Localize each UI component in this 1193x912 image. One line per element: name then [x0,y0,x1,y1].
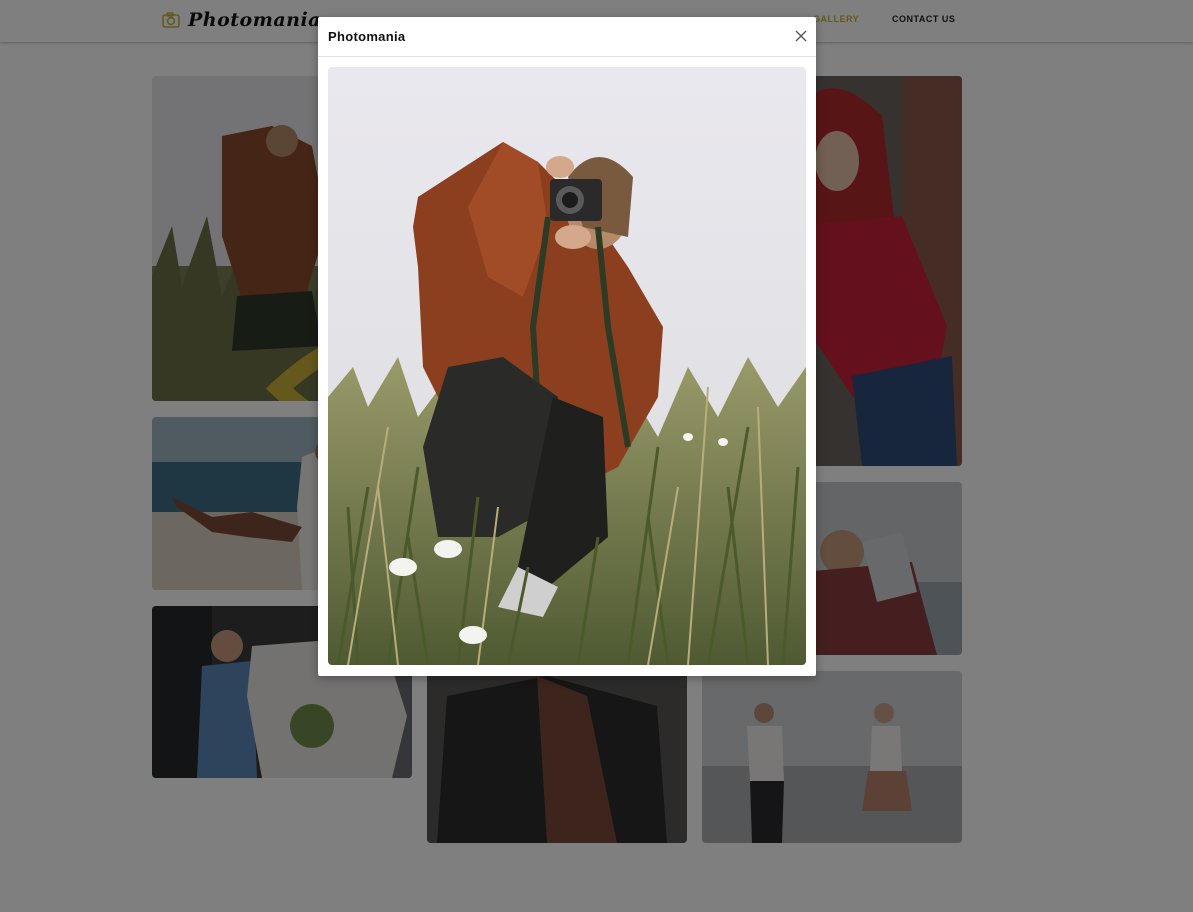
modal-title: Photomania [328,29,406,44]
close-icon[interactable] [794,29,808,43]
modal-photo [328,67,806,665]
image-lightbox-modal: Photomania [318,17,816,676]
modal-header: Photomania [318,17,816,57]
photo-woman-photographer-in-grass [328,67,806,665]
